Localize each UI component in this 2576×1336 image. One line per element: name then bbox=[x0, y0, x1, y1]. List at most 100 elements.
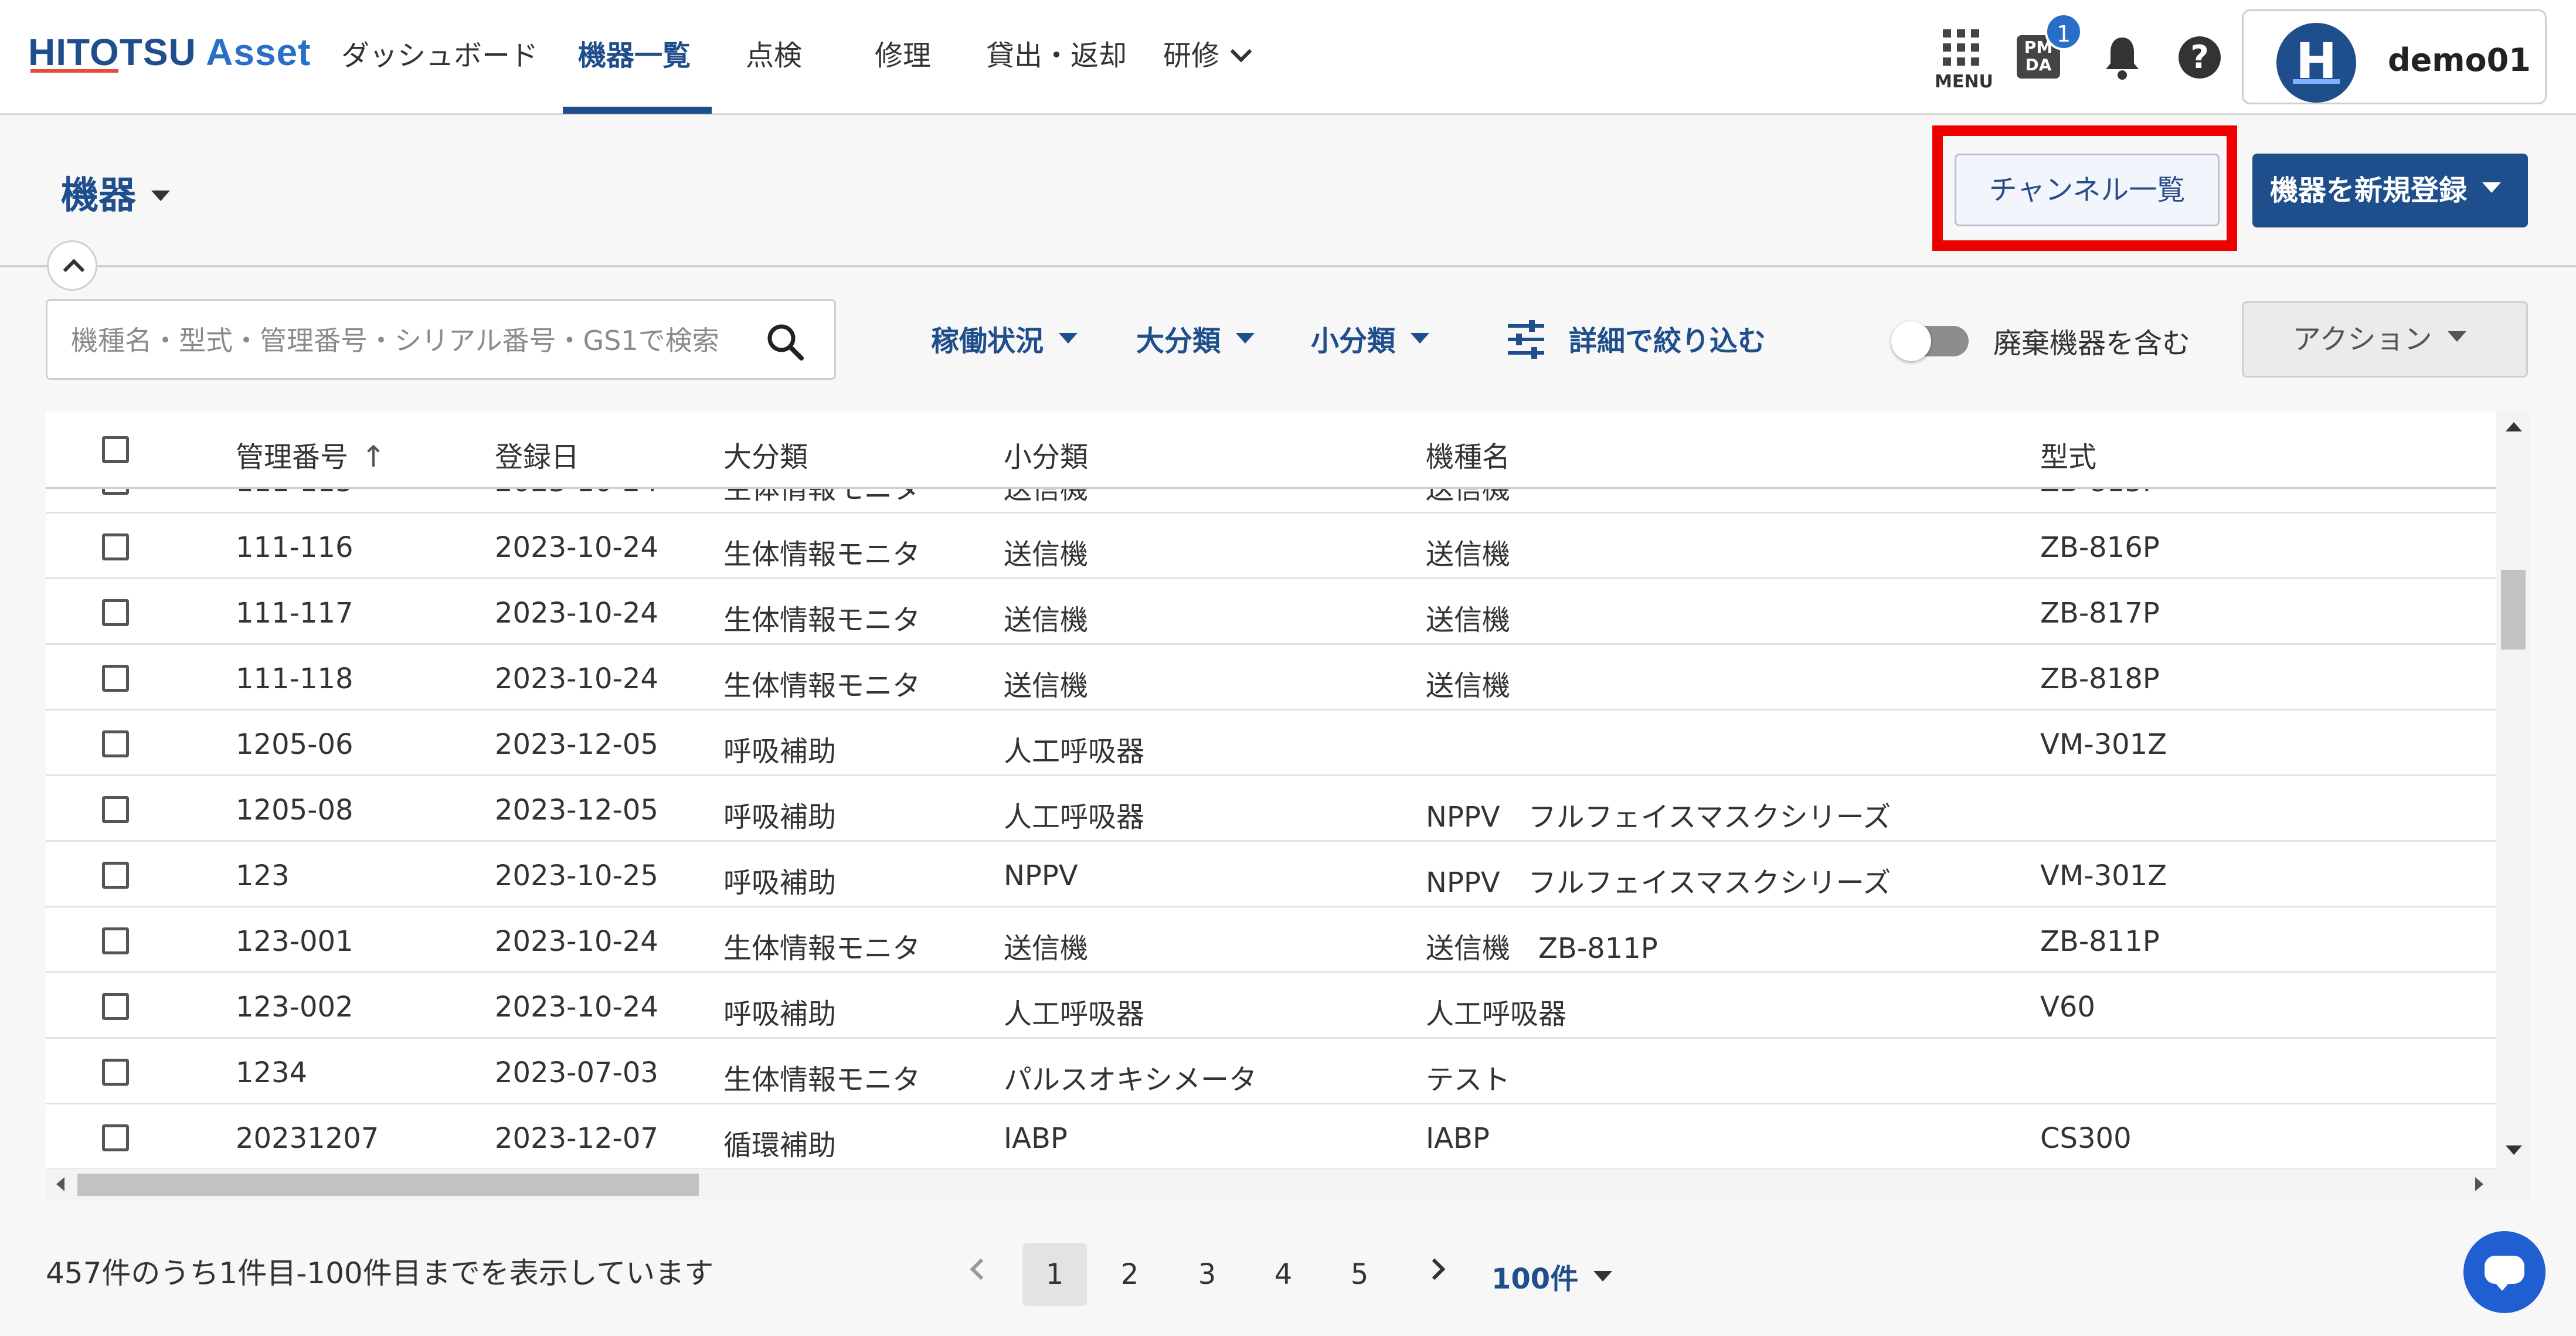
table-cell: V60 bbox=[2040, 991, 2095, 1024]
filter-detail-button[interactable]: 詳細で絞り込む bbox=[1569, 318, 1766, 359]
row-checkbox[interactable] bbox=[102, 862, 129, 889]
horizontal-scrollbar[interactable] bbox=[46, 1169, 2496, 1201]
page-5-button[interactable]: 5 bbox=[1327, 1243, 1392, 1306]
user-menu[interactable]: H demo01 bbox=[2242, 9, 2547, 104]
bell-icon[interactable] bbox=[2103, 34, 2141, 81]
table-row[interactable]: 111-118 2023-10-24 生体情報モニタ 送信機 送信機 ZB-818P bbox=[46, 645, 2496, 711]
select-all-checkbox[interactable] bbox=[102, 436, 129, 463]
row-checkbox[interactable] bbox=[102, 730, 129, 757]
table-row[interactable]: 1205-08 2023-12-05 呼吸補助 人工呼吸器 NPPV フルフェイスマスク… bbox=[46, 776, 2496, 842]
app-logo[interactable]: HITOTSU Asset bbox=[28, 30, 311, 83]
table-cell: 123-002 bbox=[236, 991, 354, 1024]
table-row[interactable]: 111-117 2023-10-24 生体情報モニタ 送信機 送信機 ZB-817P bbox=[46, 579, 2496, 645]
avatar: H bbox=[2276, 23, 2356, 103]
horizontal-scroll-thumb[interactable] bbox=[77, 1174, 699, 1196]
search-icon[interactable] bbox=[764, 321, 806, 363]
prev-page-icon[interactable] bbox=[970, 1258, 992, 1280]
user-name: demo01 bbox=[2388, 42, 2531, 79]
table-row[interactable]: 20231207 2023-12-07 循環補助 IABP IABP CS300 bbox=[46, 1104, 2496, 1170]
grid-icon bbox=[1943, 29, 1979, 66]
nav-repair[interactable]: 修理 bbox=[875, 35, 931, 76]
row-checkbox[interactable] bbox=[102, 796, 129, 823]
table-cell: 1205-08 bbox=[236, 794, 354, 827]
scroll-right-arrow-icon[interactable] bbox=[2475, 1177, 2483, 1191]
scroll-down-arrow-icon[interactable] bbox=[2506, 1145, 2522, 1155]
column-header-model-number[interactable]: 型式 bbox=[2040, 434, 2096, 475]
row-checkbox[interactable] bbox=[102, 993, 129, 1020]
nav-equipment-list[interactable]: 機器一覧 bbox=[578, 35, 691, 76]
table-cell: 2023-12-07 bbox=[495, 1122, 658, 1155]
action-dropdown[interactable]: アクション bbox=[2242, 301, 2528, 378]
page-3-button[interactable]: 3 bbox=[1175, 1243, 1239, 1306]
notification-count-badge: 1 bbox=[2045, 13, 2082, 50]
per-page-dropdown[interactable]: 100件 bbox=[1491, 1256, 1613, 1297]
table-cell: VM-301Z bbox=[2040, 728, 2167, 761]
table-row[interactable]: 123 2023-10-25 呼吸補助 NPPV NPPV フルフェイスマスクシリーズ V… bbox=[46, 842, 2496, 907]
table-cell: CS300 bbox=[2040, 1122, 2132, 1155]
collapse-up-button[interactable] bbox=[47, 240, 97, 291]
page-4-button[interactable]: 4 bbox=[1251, 1243, 1316, 1306]
column-header-model-name[interactable]: 機種名 bbox=[1426, 434, 1510, 475]
vertical-scrollbar[interactable] bbox=[2496, 412, 2530, 1201]
row-checkbox[interactable] bbox=[102, 599, 129, 626]
help-icon[interactable]: ? bbox=[2179, 36, 2221, 79]
table-row[interactable]: 111-116 2023-10-24 生体情報モニタ 送信機 送信機 ZB-816P bbox=[46, 514, 2496, 579]
sliders-icon[interactable] bbox=[1506, 320, 1547, 359]
vertical-scroll-thumb[interactable] bbox=[2501, 570, 2526, 650]
include-disposed-label: 廃棄機器を含む bbox=[1993, 327, 2191, 360]
table-row[interactable]: 1205-06 2023-12-05 呼吸補助 人工呼吸器 VM-301Z bbox=[46, 711, 2496, 776]
nav-training[interactable]: 研修 bbox=[1163, 35, 1252, 76]
table-cell: ZB-811P bbox=[2040, 925, 2160, 958]
next-page-icon[interactable] bbox=[1423, 1258, 1446, 1280]
page-2-button[interactable]: 2 bbox=[1097, 1243, 1162, 1306]
logo-underline bbox=[30, 69, 118, 73]
nav-lending-return[interactable]: 貸出・返却 bbox=[986, 35, 1127, 76]
register-equipment-button[interactable]: 機器を新規登録 bbox=[2252, 154, 2528, 227]
column-header-major-category[interactable]: 大分類 bbox=[723, 434, 808, 475]
filter-major-category[interactable]: 大分類 bbox=[1136, 318, 1255, 359]
top-header: HITOTSU Asset ダッシュボード 機器一覧 点検 修理 貸出・返却 研… bbox=[0, 0, 2576, 115]
filter-operation-status[interactable]: 稼働状況 bbox=[931, 318, 1078, 359]
row-checkbox[interactable] bbox=[102, 927, 129, 954]
table-cell: NPPV フルフェイスマスクシリーズ bbox=[1426, 866, 1891, 899]
table-row[interactable]: 123-001 2023-10-24 生体情報モニタ 送信機 送信機 ZB-811P ZB… bbox=[46, 907, 2496, 973]
nav-inspection[interactable]: 点検 bbox=[746, 35, 802, 76]
scroll-left-arrow-icon[interactable] bbox=[56, 1177, 64, 1191]
column-header-management-number[interactable]: 管理番号 ↑ bbox=[236, 434, 386, 475]
app-menu-button[interactable]: MENU bbox=[1935, 29, 1993, 94]
page-1-button[interactable]: 1 bbox=[1022, 1243, 1087, 1306]
row-checkbox[interactable] bbox=[102, 1059, 129, 1086]
table-cell: 20231207 bbox=[236, 1122, 379, 1155]
column-header-registration-date[interactable]: 登録日 bbox=[495, 434, 579, 475]
table-cell: VM-301Z bbox=[2040, 859, 2167, 892]
caret-down-icon bbox=[1236, 333, 1255, 344]
row-checkbox[interactable] bbox=[102, 533, 129, 560]
table-row[interactable]: 123-002 2023-10-24 呼吸補助 人工呼吸器 人工呼吸器 V60 bbox=[46, 973, 2496, 1039]
menu-label: MENU bbox=[1935, 72, 1993, 92]
table-cell: 111-118 bbox=[236, 662, 354, 695]
table-cell: 1205-06 bbox=[236, 728, 354, 761]
search-input[interactable] bbox=[71, 317, 774, 364]
scroll-up-arrow-icon[interactable] bbox=[2506, 422, 2522, 431]
row-checkbox[interactable] bbox=[102, 1124, 129, 1151]
caret-down-icon bbox=[1411, 333, 1430, 344]
search-box bbox=[46, 299, 836, 380]
table-cell: 呼吸補助 bbox=[723, 801, 837, 834]
row-checkbox[interactable] bbox=[102, 665, 129, 692]
table-header: 管理番号 ↑ 登録日 大分類 小分類 機種名 型式 bbox=[46, 412, 2496, 489]
include-disposed-toggle[interactable] bbox=[1891, 321, 1969, 361]
caret-down-icon bbox=[151, 191, 170, 201]
filter-minor-category[interactable]: 小分類 bbox=[1311, 318, 1430, 359]
chat-support-button[interactable] bbox=[2463, 1231, 2546, 1313]
table-cell: 2023-12-05 bbox=[495, 794, 658, 827]
table-cell: テスト bbox=[1426, 1063, 1511, 1096]
table-cell: 送信機 bbox=[1426, 604, 1511, 637]
table-row[interactable]: 1234 2023-07-03 生体情報モニタ パルスオキシメータ テスト bbox=[46, 1039, 2496, 1104]
nav-dashboard[interactable]: ダッシュボード bbox=[341, 35, 538, 76]
table-cell: 呼吸補助 bbox=[723, 735, 837, 768]
column-header-minor-category[interactable]: 小分類 bbox=[1004, 434, 1088, 475]
table-cell: 2023-10-25 bbox=[495, 859, 658, 892]
table-cell: ZB-816P bbox=[2040, 531, 2160, 564]
page-title-dropdown[interactable]: 機器 bbox=[61, 165, 170, 219]
table-cell: 123 bbox=[236, 859, 290, 892]
